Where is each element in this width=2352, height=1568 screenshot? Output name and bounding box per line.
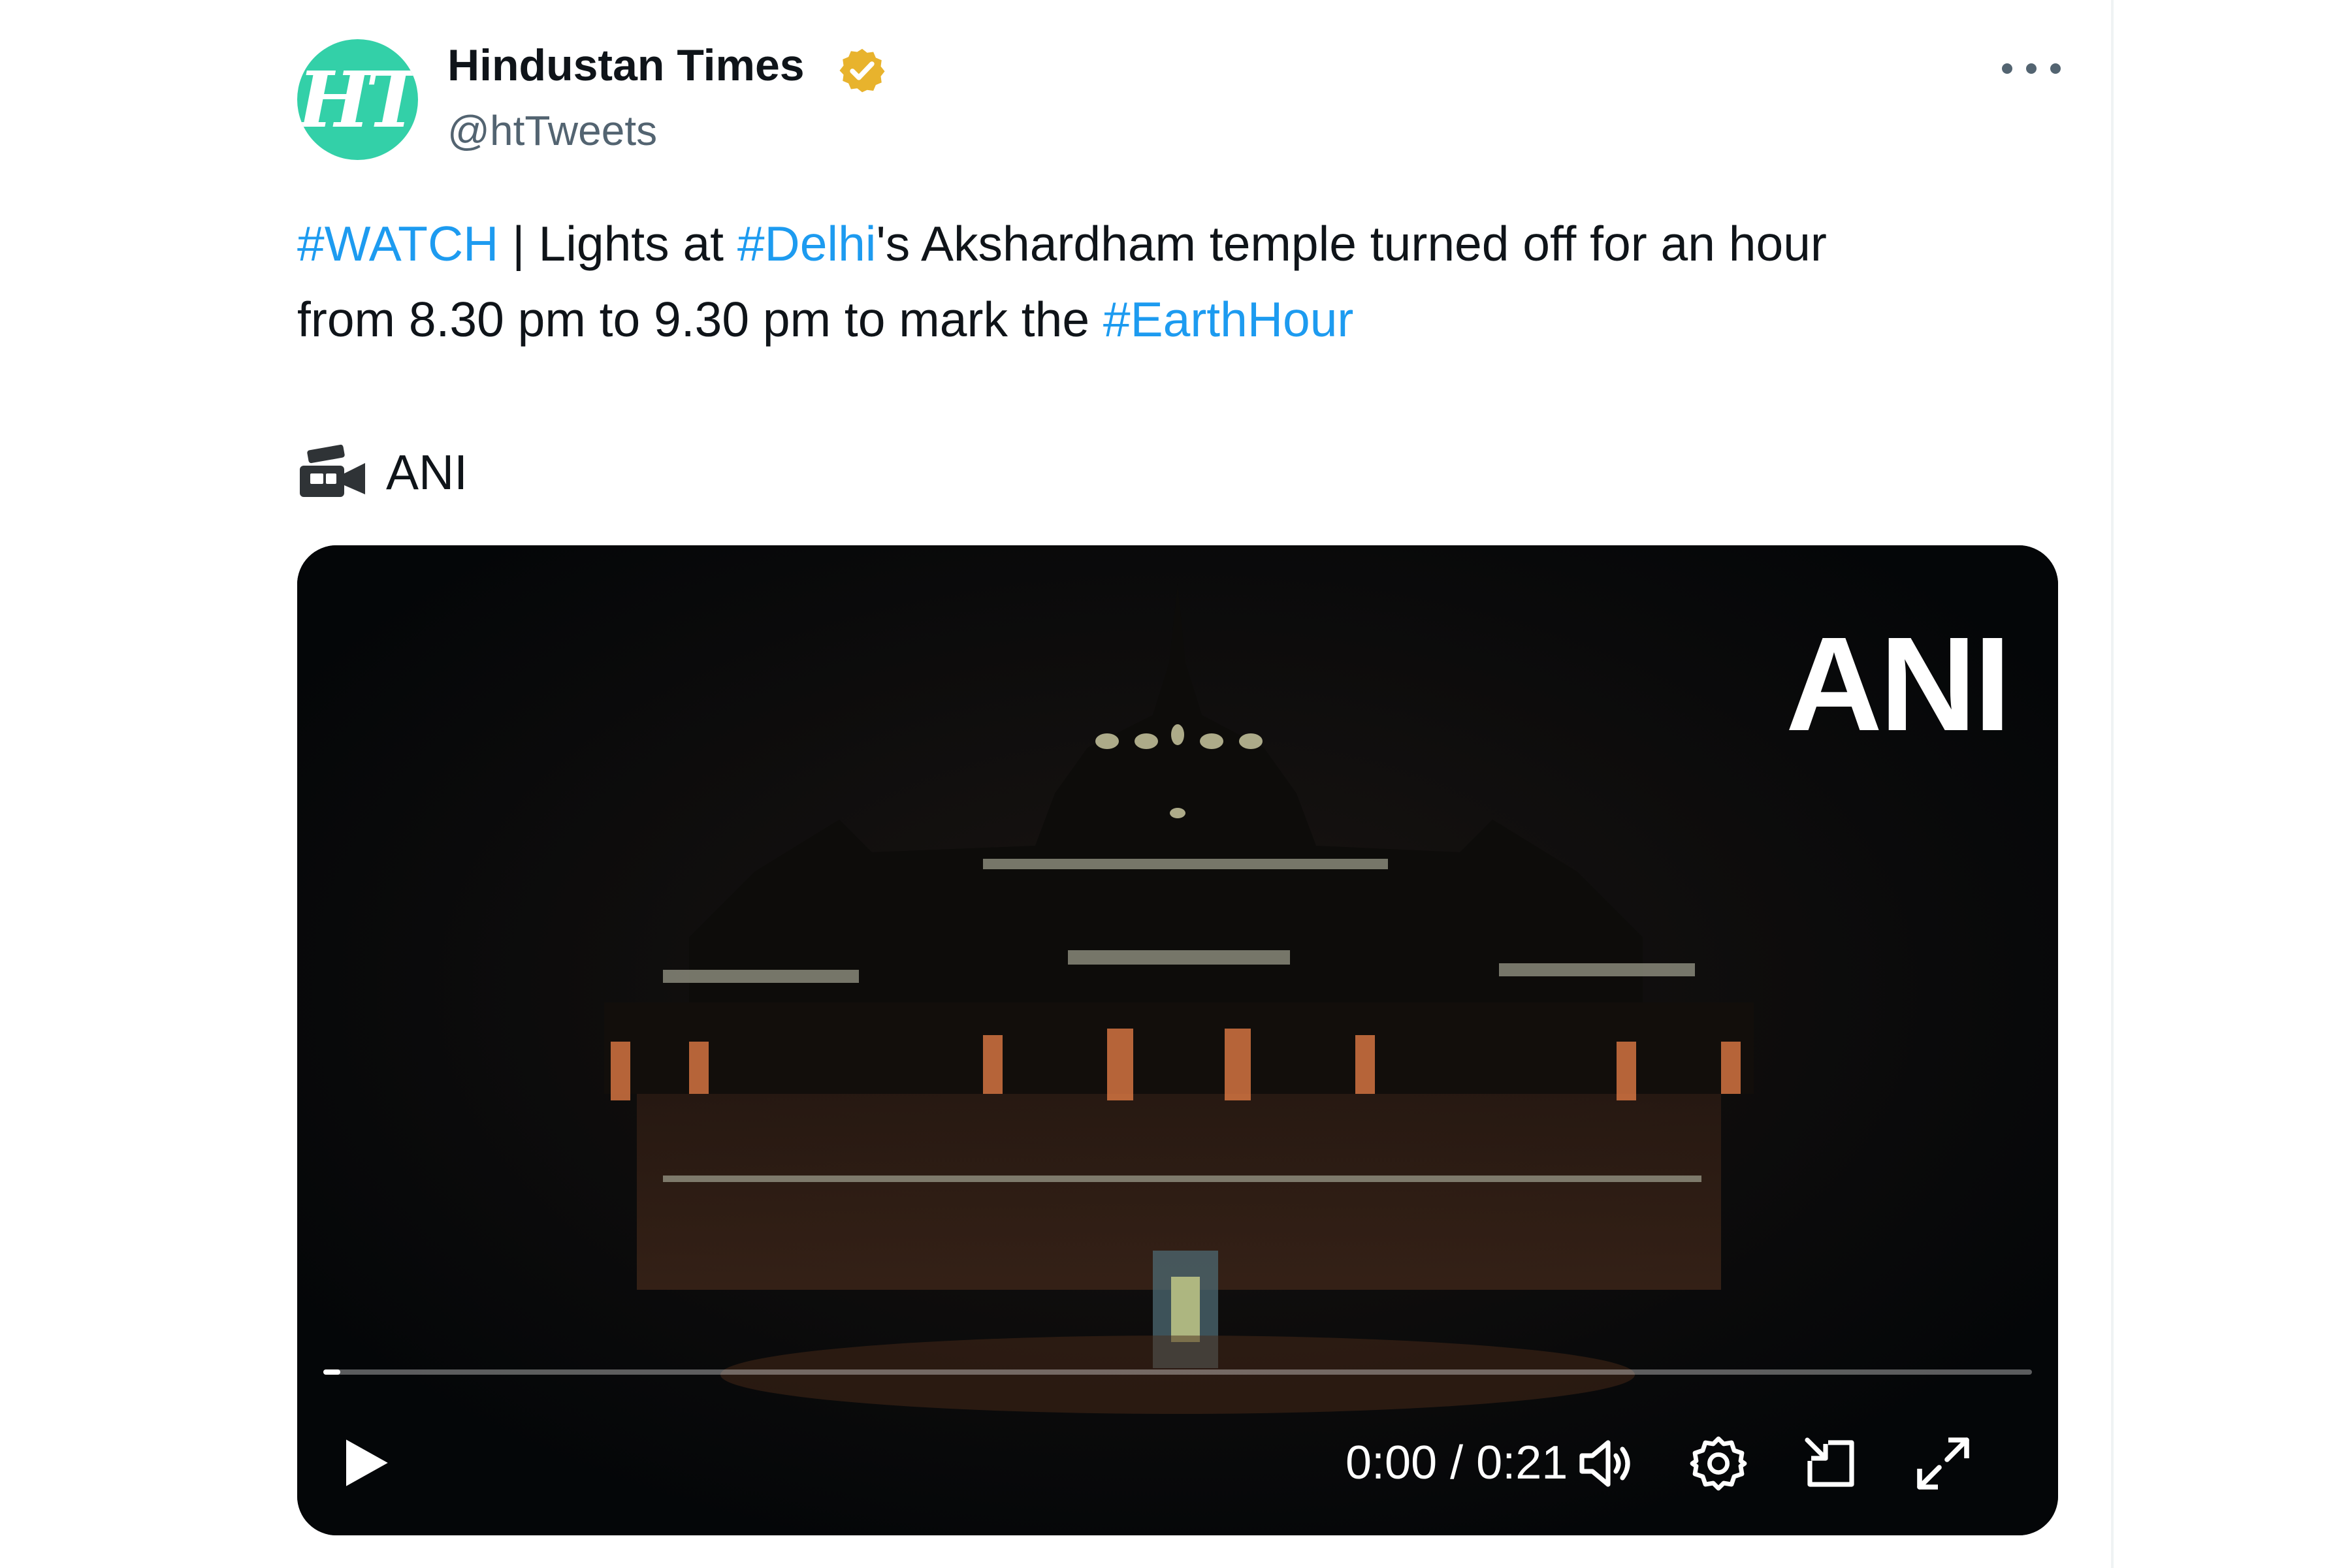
volume-icon[interactable] [1574,1432,1637,1495]
tweet-text-segment: from 8.30 pm to 9.30 pm to mark the [297,292,1103,347]
credit-text: ANI [386,445,468,500]
tweet-text: #WATCH | Lights at #Delhi's Akshardham t… [297,206,2100,357]
page: HT Hindustan Times @htTweets #WATCH | Li… [0,0,2352,1568]
timeline-divider [2111,0,2114,1568]
tweet-line-2: from 8.30 pm to 9.30 pm to mark the #Ear… [297,281,2100,357]
more-dot [2026,63,2037,74]
pop-out-icon[interactable] [1799,1432,1862,1495]
hashtag-earthhour[interactable]: #EarthHour [1103,292,1354,347]
video-time: 0:00 / 0:21 [1345,1437,1568,1489]
hashtag-watch[interactable]: #WATCH [297,216,498,271]
video-player[interactable]: ANI 0:00 / 0:21 [297,545,2058,1535]
avatar[interactable]: HT [297,39,418,160]
author-name[interactable]: Hindustan Times [447,39,805,91]
video-progress-fill [323,1369,341,1375]
video-progress-bar[interactable] [323,1369,2032,1375]
avatar-logo: HT [297,54,418,145]
settings-icon[interactable] [1687,1432,1750,1495]
tweet: HT Hindustan Times @htTweets #WATCH | Li… [0,0,2352,1568]
hashtag-delhi[interactable]: #Delhi [737,216,877,271]
video-camera-icon [300,444,365,497]
more-horizontal-icon[interactable] [2002,46,2061,91]
video-credit: ANI [297,434,468,510]
tweet-text-segment: 's Akshardham temple turned off for an h… [876,216,1827,271]
more-dot [2002,63,2012,74]
video-controls: 0:00 / 0:21 [297,1414,2058,1505]
tweet-line-1: #WATCH | Lights at #Delhi's Akshardham t… [297,206,2100,281]
tweet-text-segment: | Lights at [498,216,737,271]
author-handle[interactable]: @htTweets [447,104,657,157]
more-dot [2050,63,2061,74]
verified-badge-icon[interactable] [837,46,887,95]
fullscreen-icon[interactable] [1912,1432,1974,1495]
video-watermark: ANI [1785,609,2011,759]
play-icon[interactable] [336,1433,395,1492]
